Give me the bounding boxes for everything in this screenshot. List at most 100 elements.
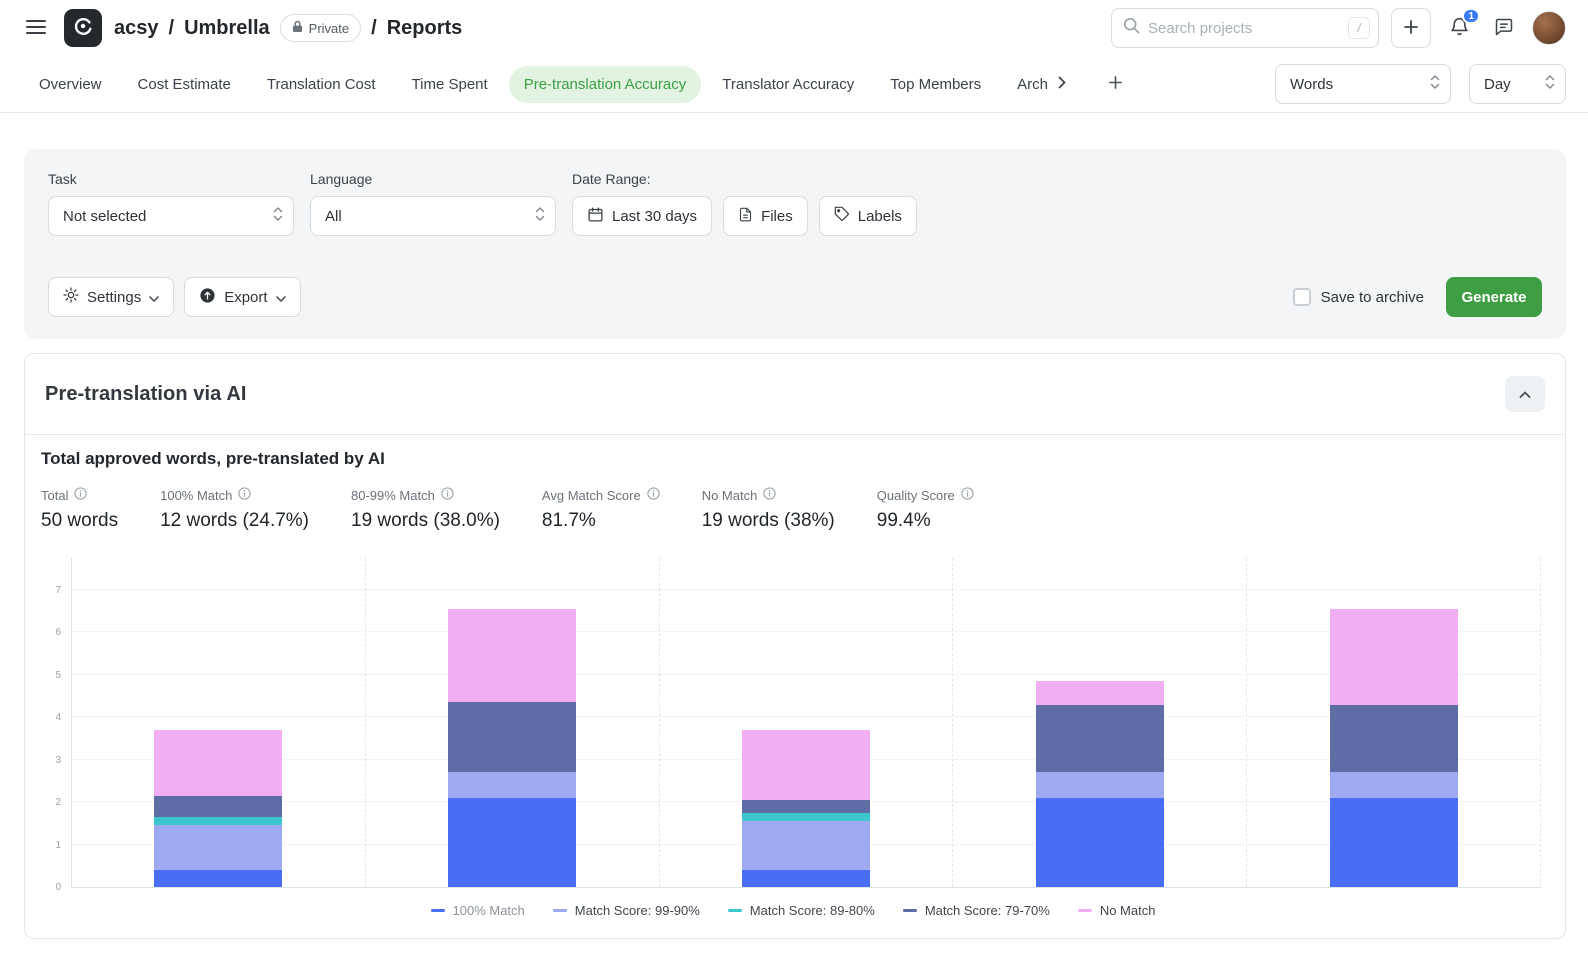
bar-segment[interactable] [742,800,870,813]
chart-bar-group [72,558,366,887]
chat-icon [1494,17,1514,40]
report-card-title: Pre-translation via AI [45,383,247,406]
info-icon[interactable] [238,487,251,503]
bar-segment[interactable] [1036,798,1164,887]
files-filter-button[interactable]: Files [723,196,808,236]
bar-segment[interactable] [742,730,870,800]
hamburger-menu-button[interactable] [20,13,52,44]
legend-marker [903,909,917,912]
tab-translator-accuracy[interactable]: Translator Accuracy [707,66,869,103]
unit-select-value: Words [1290,76,1333,93]
stacked-bar[interactable] [1036,681,1164,887]
bar-segment[interactable] [1330,609,1458,705]
stacked-bar[interactable] [1330,609,1458,887]
y-axis-tick-label: 0 [55,883,61,893]
checkbox-icon[interactable] [1293,288,1311,306]
language-filter-select[interactable]: All [310,196,556,236]
period-select[interactable]: Day [1469,64,1566,104]
stacked-bar[interactable] [154,730,282,887]
legend-label: Match Score: 79-70% [925,903,1050,918]
bar-segment[interactable] [742,870,870,887]
bar-segment[interactable] [1330,772,1458,798]
file-icon [738,206,753,227]
tab-top-members[interactable]: Top Members [875,66,996,103]
info-icon[interactable] [74,487,87,503]
breadcrumb-project[interactable]: Umbrella [184,17,270,40]
messages-button[interactable] [1488,11,1520,46]
pretranslation-stacked-bar-chart: 01234567 [41,558,1545,888]
breadcrumb-org[interactable]: acsy [114,17,159,40]
stacked-bar[interactable] [448,609,576,887]
stacked-bar[interactable] [742,730,870,887]
report-card-body: Total approved words, pre-translated by … [25,435,1565,938]
tab-cost-estimate[interactable]: Cost Estimate [123,66,246,103]
bar-segment[interactable] [448,798,576,887]
settings-button[interactable]: Settings [48,277,174,317]
tab-translation-cost[interactable]: Translation Cost [252,66,391,103]
chart-plot [71,558,1541,888]
plus-icon [1108,75,1123,93]
collapse-card-button[interactable] [1505,376,1545,412]
date-range-filter-group: Date Range: Last 30 days Files [572,171,917,236]
tab-overview[interactable]: Overview [24,66,117,103]
chart-y-axis: 01234567 [41,558,69,888]
notifications-button[interactable]: 1 [1443,10,1476,46]
bar-segment[interactable] [154,817,282,826]
date-range-label: Date Range: [572,171,917,187]
bar-segment[interactable] [1330,798,1458,887]
labels-filter-button[interactable]: Labels [819,196,917,236]
bar-segment[interactable] [448,772,576,798]
report-card-header: Pre-translation via AI [25,354,1565,435]
bar-segment[interactable] [448,609,576,702]
task-filter-value: Not selected [63,208,146,225]
search-icon [1123,17,1140,39]
legend-item[interactable]: 100% Match [431,903,525,918]
tab-pre-translation-accuracy[interactable]: Pre-translation Accuracy [509,66,702,103]
tag-icon [834,206,850,226]
app-logo[interactable] [64,9,102,47]
export-button[interactable]: Export [184,277,300,317]
bar-segment[interactable] [1036,772,1164,798]
legend-item[interactable]: Match Score: 89-80% [728,903,875,918]
bar-segment[interactable] [1330,705,1458,773]
task-filter-select[interactable]: Not selected [48,196,294,236]
y-axis-tick-label: 6 [55,628,61,638]
stat-avg-match-score: Avg Match Score 81.7% [542,487,660,532]
info-icon[interactable] [647,487,660,503]
breadcrumb-page: Reports [387,17,463,40]
task-filter-group: Task Not selected [48,171,294,236]
stat-label: No Match [702,488,758,503]
bar-segment[interactable] [742,821,870,870]
bar-segment[interactable] [154,796,282,817]
tabs-scroll-right-button[interactable] [1052,70,1072,98]
bar-segment[interactable] [154,730,282,796]
bar-segment[interactable] [1036,705,1164,773]
tab-archive[interactable]: Arch [1002,66,1048,103]
search-input[interactable] [1148,20,1340,37]
export-icon [199,287,216,308]
add-report-tab-button[interactable] [1102,69,1129,99]
save-to-archive-toggle[interactable]: Save to archive [1293,288,1424,306]
unit-select[interactable]: Words [1275,64,1451,104]
legend-item[interactable]: Match Score: 99-90% [553,903,700,918]
legend-marker [431,909,445,912]
info-icon[interactable] [763,487,776,503]
search-projects-box[interactable]: / [1111,8,1379,48]
bar-segment[interactable] [742,813,870,822]
legend-item[interactable]: No Match [1078,903,1156,918]
legend-item[interactable]: Match Score: 79-70% [903,903,1050,918]
sort-chevrons-icon [1430,74,1440,94]
gear-icon [63,287,79,307]
date-range-button[interactable]: Last 30 days [572,196,712,236]
bar-segment[interactable] [154,870,282,887]
info-icon[interactable] [441,487,454,503]
bar-segment[interactable] [154,825,282,870]
generate-button[interactable]: Generate [1446,277,1542,317]
create-new-button[interactable] [1391,8,1431,48]
bar-segment[interactable] [448,702,576,772]
info-icon[interactable] [961,487,974,503]
user-avatar[interactable] [1532,11,1566,45]
y-axis-tick-label: 2 [55,798,61,808]
bar-segment[interactable] [1036,681,1164,704]
tab-time-spent[interactable]: Time Spent [397,66,503,103]
